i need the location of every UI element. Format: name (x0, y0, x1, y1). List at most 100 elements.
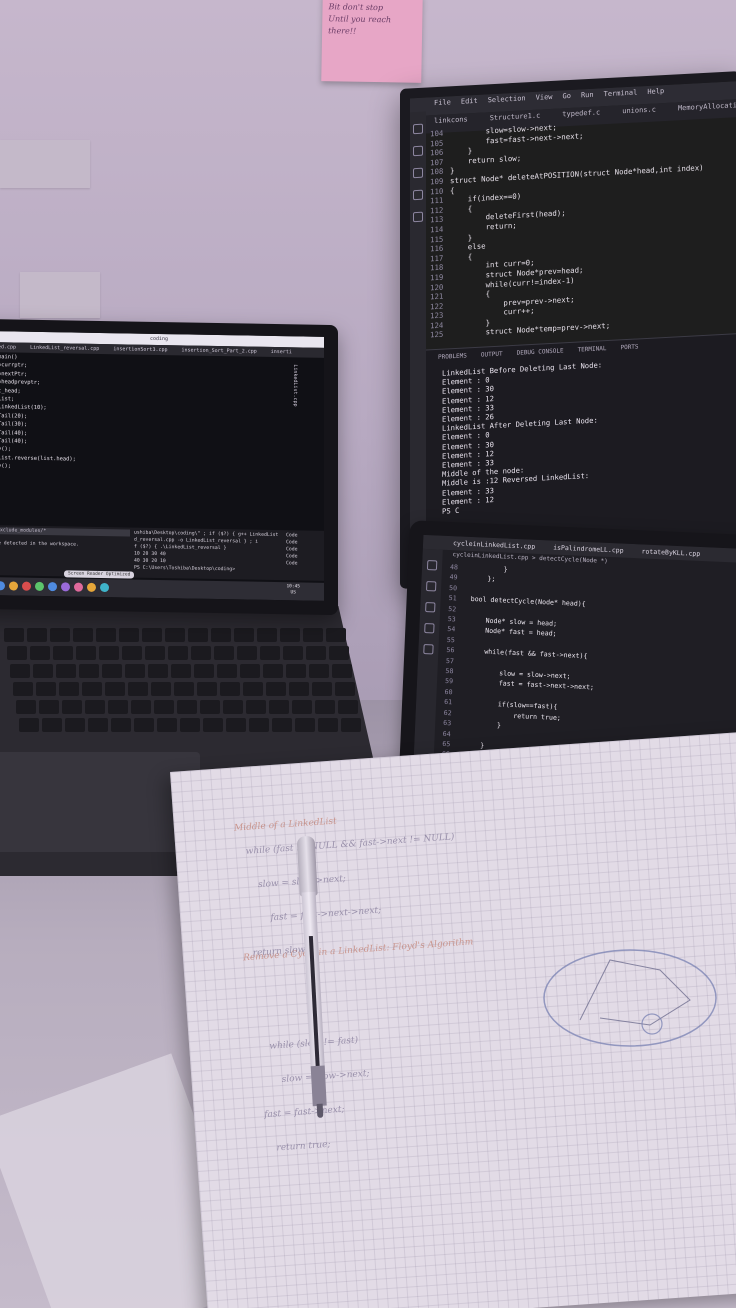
keyboard-key (341, 718, 361, 732)
keyboard-key (257, 628, 277, 642)
editor-tab[interactable]: typedef.c (562, 108, 600, 118)
filter-input[interactable]: xclude_modules/* (0, 527, 130, 537)
editor-tab[interactable]: isPalindromeLL.cpp (553, 544, 624, 555)
run-debug-icon[interactable] (424, 623, 435, 634)
menu-item[interactable]: Help (647, 87, 664, 96)
keyboard-key (53, 646, 73, 660)
editor-tab[interactable]: rotateByKLL.cpp (641, 547, 700, 558)
editor-tab[interactable]: linkcons (434, 115, 468, 125)
keyboard-key (65, 718, 85, 732)
menu-item[interactable]: View (536, 93, 553, 102)
editor-tab[interactable]: LinkedList_reversal.cpp (30, 345, 99, 352)
source-control-icon[interactable] (425, 602, 436, 613)
panel-tab[interactable]: DEBUG CONSOLE (517, 347, 564, 356)
editor-tab[interactable]: cycleinLinkedList.cpp (453, 539, 535, 551)
keyboard-key (197, 682, 217, 696)
terminal-panel[interactable]: xclude_modules/* e detected in the works… (0, 525, 324, 581)
editor-tab[interactable]: unions.c (622, 105, 656, 115)
keyboard-key (263, 664, 283, 678)
keyboard-key (289, 682, 309, 696)
photo-scene: Bit don't stop Until you reach there!! F… (0, 0, 736, 1308)
note-heading: Middle of a LinkedList (233, 816, 338, 834)
taskbar-app-icon[interactable] (35, 581, 44, 591)
taskbar-app-icon[interactable] (48, 582, 57, 592)
search-icon[interactable] (425, 581, 437, 592)
code-editor[interactable]: 104 slow=slow->next; 105 fast=fast->next-… (430, 113, 736, 347)
taskbar-app-icon[interactable] (61, 582, 70, 592)
editor-tab[interactable]: MemoryAllocation (678, 101, 736, 113)
editor-tab[interactable]: Structure1.c (490, 112, 541, 123)
taskbar-app-icon[interactable] (0, 581, 5, 591)
line-text: } (450, 166, 455, 176)
keyboard-key (56, 664, 76, 678)
panel-tab[interactable]: OUTPUT (481, 351, 503, 359)
explorer-icon[interactable] (413, 123, 423, 135)
keyboard-key (76, 646, 96, 660)
keyboard-key (33, 664, 53, 678)
keyboard-key (226, 718, 246, 732)
taskbar-app-icon[interactable] (9, 581, 18, 591)
keyboard-key (240, 664, 260, 678)
laptop-keyboard (0, 620, 362, 740)
keyboard-key (194, 664, 214, 678)
taskbar-app-icon[interactable] (74, 582, 83, 592)
editor-tab[interactable]: ed.cpp (0, 344, 16, 350)
explorer-icon[interactable] (426, 560, 438, 571)
extensions-icon[interactable] (423, 643, 434, 655)
keyboard-key (30, 646, 50, 660)
menu-item[interactable]: Selection (488, 94, 526, 104)
keyboard-key (39, 700, 59, 714)
panel-tab[interactable]: PORTS (620, 343, 638, 351)
menu-item[interactable]: Terminal (604, 88, 638, 98)
keyboard-key (36, 682, 56, 696)
line-text: } (471, 564, 508, 574)
keyboard-key (96, 628, 116, 642)
menu-item[interactable]: File (434, 98, 451, 107)
editor-tab[interactable]: insertionSort3.cpp (113, 346, 167, 353)
terminal-output: LinkedList Before Deleting Last Node: Ele… (426, 349, 736, 521)
keyboard-key (266, 682, 286, 696)
menu-item[interactable]: Run (581, 91, 594, 100)
code-editor[interactable]: main() =currptr; =nextPtr; =headprevptr; t_h… (0, 353, 324, 529)
keyboard-key (108, 700, 128, 714)
editor-tab[interactable]: insertion_Sort_Part_2.cpp (182, 347, 257, 354)
extensions-icon[interactable] (413, 211, 423, 223)
keyboard-key (125, 664, 145, 678)
keyboard-key (171, 664, 191, 678)
run-debug-icon[interactable] (413, 189, 423, 201)
line-text: } (450, 146, 473, 157)
taskbar-app-icon[interactable] (100, 582, 109, 593)
line-text: else (450, 241, 486, 253)
menu-item[interactable]: Go (563, 92, 571, 100)
keyboard-key (315, 700, 335, 714)
keyboard-key (165, 628, 185, 642)
keyboard-key (10, 664, 30, 678)
keyboard-key (50, 628, 70, 642)
search-icon[interactable] (413, 145, 423, 157)
keyboard-key (249, 718, 269, 732)
line-text: }; (471, 574, 496, 584)
keyboard-key (102, 664, 122, 678)
sticky-line: there!! (328, 26, 357, 36)
keyboard-key (4, 628, 24, 642)
terminal-line: PS C:\Users\Toshiba\Desktop\coding> (134, 565, 236, 573)
keyboard-key (286, 664, 306, 678)
laptop: coding ed.cpp LinkedList_reversal.cpp inse… (0, 318, 338, 616)
clock: 10:45 US (286, 584, 300, 596)
keyboard-key (234, 628, 254, 642)
taskbar-app-icon[interactable] (22, 581, 31, 591)
editor-tab[interactable]: inserti (271, 349, 292, 355)
note-line: return true; (276, 1139, 331, 1154)
terminal-output: ushiba\Desktop\coding\" ; if ($?) { g++ … (134, 530, 282, 575)
keyboard-key (111, 718, 131, 732)
source-control-icon[interactable] (413, 167, 423, 179)
taskbar-app-icon[interactable] (87, 582, 96, 592)
panel-tab[interactable]: PROBLEMS (438, 352, 467, 361)
keyboard-key (214, 646, 234, 660)
terminal-list[interactable]: Code Code Code Code Code (286, 532, 320, 575)
menu-item[interactable]: Edit (461, 97, 478, 106)
panel-tab[interactable]: TERMINAL (578, 345, 607, 354)
keyboard-key (131, 700, 151, 714)
terminal-instance: Code (286, 561, 298, 567)
keyboard-key (7, 646, 27, 660)
